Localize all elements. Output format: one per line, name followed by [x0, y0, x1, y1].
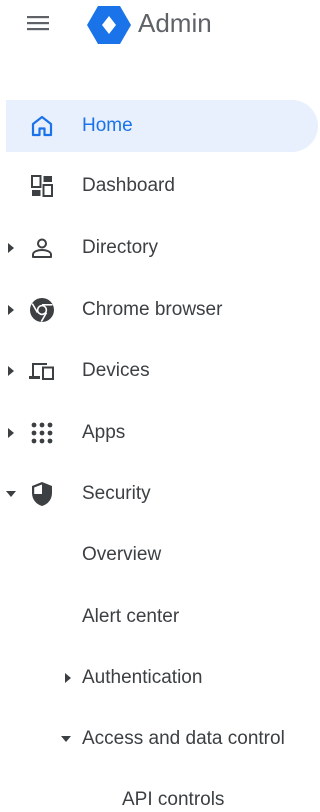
- sidebar-item-chrome-browser[interactable]: Chrome browser: [6, 284, 318, 336]
- caret-right-icon[interactable]: [6, 345, 16, 397]
- sidebar-item-security[interactable]: Security: [6, 468, 318, 520]
- shield-icon: [28, 480, 56, 508]
- sidebar-subitem-access-and-data-control[interactable]: Access and data control: [6, 713, 318, 765]
- person-icon: [28, 234, 56, 262]
- sidebar-subitem-label: Overview: [82, 544, 162, 565]
- admin-logo-icon[interactable]: [86, 4, 132, 46]
- sidebar-subitem-label: Alert center: [82, 606, 180, 627]
- home-icon: [28, 112, 56, 140]
- sidebar-item-directory[interactable]: Directory: [6, 222, 318, 274]
- sidebar-item-label: Chrome browser: [82, 299, 223, 320]
- sidebar-item-label: Directory: [82, 237, 159, 258]
- sidebar-subitem-overview[interactable]: Overview: [6, 529, 318, 581]
- caret-right-icon[interactable]: [6, 222, 16, 274]
- sidebar-item-label: Home: [82, 115, 133, 136]
- sidebar-item-apps[interactable]: Apps: [6, 407, 318, 459]
- sidebar-item-label: Devices: [82, 360, 150, 381]
- hamburger-menu-icon[interactable]: [26, 11, 50, 35]
- devices-icon: [28, 357, 56, 385]
- sidebar-subitem-label: Access and data control: [82, 728, 285, 749]
- sidebar-item-devices[interactable]: Devices: [6, 345, 318, 397]
- sidebar-item-label: Security: [82, 483, 151, 504]
- caret-right-icon[interactable]: [6, 284, 16, 336]
- sidebar-subitem-label: Authentication: [82, 667, 203, 688]
- chrome-icon: [28, 296, 56, 324]
- caret-right-icon[interactable]: [6, 407, 16, 459]
- dashboard-icon: [28, 172, 56, 200]
- sidebar-subitem-api-controls[interactable]: API controls: [6, 774, 318, 812]
- sidebar-subitem-label: API controls: [122, 789, 225, 810]
- sidebar-item-home[interactable]: Home: [6, 100, 318, 152]
- sidebar-subitem-alert-center[interactable]: Alert center: [6, 591, 318, 643]
- sidebar-item-dashboard[interactable]: Dashboard: [6, 160, 318, 212]
- admin-page: Admin Home Dashboard Directory Chrome br…: [0, 0, 318, 812]
- app-title[interactable]: Admin: [138, 6, 212, 40]
- apps-grid-icon: [28, 419, 56, 447]
- caret-down-icon[interactable]: [6, 468, 16, 520]
- app-header: Admin: [0, 0, 318, 46]
- caret-right-icon[interactable]: [62, 652, 74, 704]
- sidebar-item-label: Dashboard: [82, 175, 175, 196]
- sidebar-subitem-authentication[interactable]: Authentication: [6, 652, 318, 704]
- caret-down-icon[interactable]: [60, 713, 72, 765]
- sidebar-item-label: Apps: [82, 422, 126, 443]
